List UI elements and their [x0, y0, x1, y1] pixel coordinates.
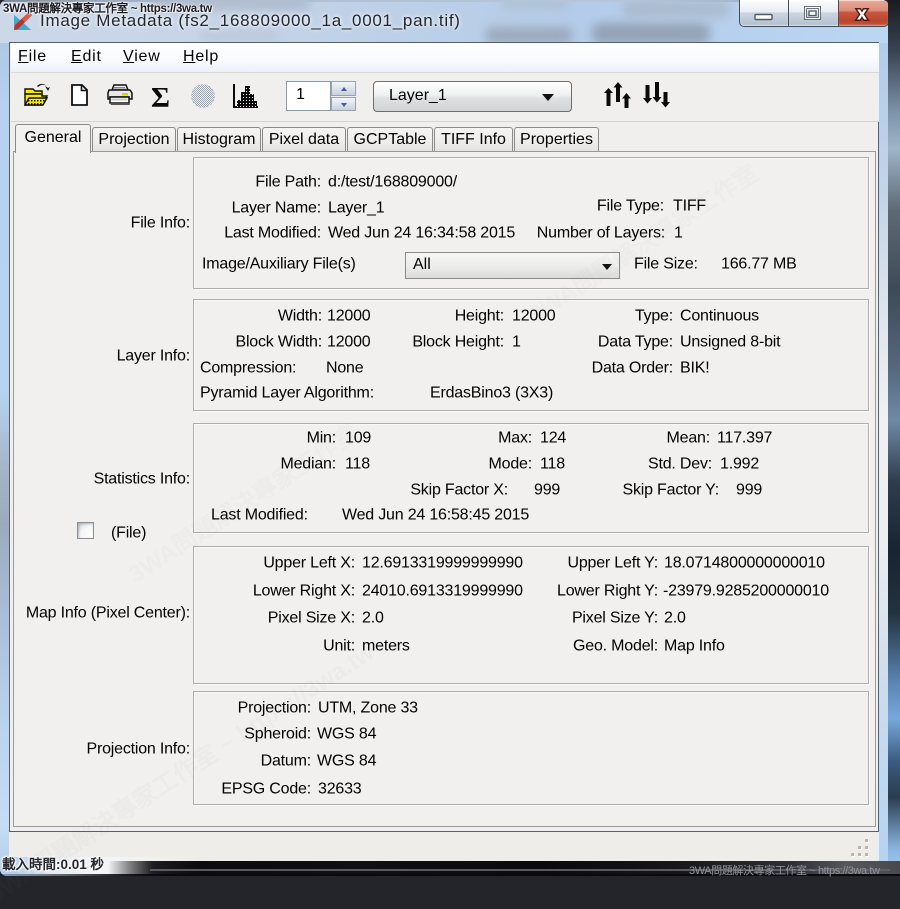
- svg-text:x: x: [857, 4, 867, 24]
- svg-text:Σ: Σ: [151, 82, 170, 114]
